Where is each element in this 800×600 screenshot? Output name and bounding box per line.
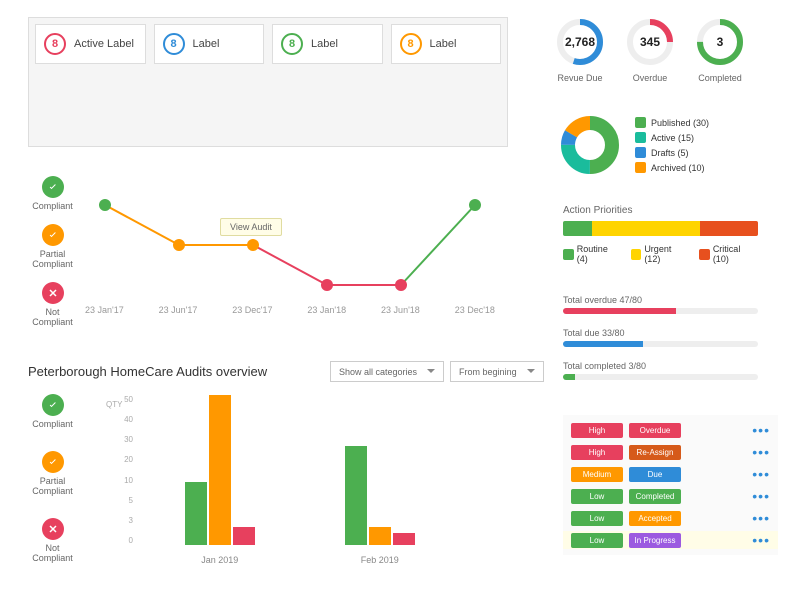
legend-item: Compliant bbox=[25, 394, 80, 429]
compliance-line-chart bbox=[85, 185, 495, 315]
bar bbox=[345, 446, 367, 545]
bar bbox=[209, 395, 231, 545]
bar bbox=[393, 533, 415, 545]
legend-icon bbox=[42, 176, 64, 198]
status-pill: In Progress bbox=[629, 533, 681, 548]
line-legend: Compliant Partial Compliant Not Compliant bbox=[25, 176, 80, 327]
legend-icon bbox=[42, 518, 64, 540]
priority-pill: High bbox=[571, 445, 623, 460]
daterange-select[interactable]: From begining bbox=[450, 361, 544, 382]
progress-section: Total overdue 47/80 Total due 33/80 Total … bbox=[563, 295, 758, 380]
donut-legend-item: Drafts (5) bbox=[635, 147, 709, 158]
donut-legend-item: Active (15) bbox=[635, 132, 709, 143]
task-row[interactable]: Low Accepted ••• bbox=[563, 509, 778, 527]
more-icon[interactable]: ••• bbox=[752, 422, 770, 438]
overview-title: Peterborough HomeCare Audits overview bbox=[28, 364, 267, 379]
legend-item: Compliant bbox=[25, 176, 80, 211]
priority-pill: Low bbox=[571, 489, 623, 504]
more-icon[interactable]: ••• bbox=[752, 510, 770, 526]
task-row[interactable]: High Overdue ••• bbox=[563, 421, 778, 439]
circular-stats: 2,768Revue Due 345Overdue 3Completed bbox=[555, 17, 745, 83]
legend-item: Not Compliant bbox=[25, 282, 80, 327]
priority-pill: Low bbox=[571, 511, 623, 526]
legend-item: Partial Compliant bbox=[25, 451, 80, 496]
status-pill: Due bbox=[629, 467, 681, 482]
tab-1[interactable]: 8Label bbox=[154, 24, 265, 64]
stat-ring: 3Completed bbox=[695, 17, 745, 83]
prio-legend-item: Urgent (12) bbox=[631, 244, 690, 264]
legend-icon bbox=[42, 394, 64, 416]
legend-item: Partial Compliant bbox=[25, 224, 80, 269]
task-row[interactable]: Low In Progress ••• bbox=[563, 531, 778, 549]
priority-pill: High bbox=[571, 423, 623, 438]
progress-item: Total overdue 47/80 bbox=[563, 295, 758, 314]
action-priorities: Action Priorities Routine (4) Urgent (12)… bbox=[563, 205, 758, 264]
tab-2[interactable]: 8Label bbox=[272, 24, 383, 64]
task-row[interactable]: Low Completed ••• bbox=[563, 487, 778, 505]
legend-icon bbox=[42, 451, 64, 473]
donut-section: Published (30) Active (15) Drafts (5) Archi… bbox=[560, 115, 709, 175]
priority-pill: Low bbox=[571, 533, 623, 548]
status-pill: Accepted bbox=[629, 511, 681, 526]
more-icon[interactable]: ••• bbox=[752, 444, 770, 460]
legend-item: Not Compliant bbox=[25, 518, 80, 563]
priorities-title: Action Priorities bbox=[563, 205, 758, 216]
task-list: High Overdue ••• High Re-Assign ••• Medium Due •… bbox=[563, 415, 778, 555]
task-row[interactable]: High Re-Assign ••• bbox=[563, 443, 778, 461]
overview-bar-chart: 5040302010530 Jan 2019Feb 2019 bbox=[115, 395, 460, 570]
progress-item: Total due 33/80 bbox=[563, 328, 758, 347]
more-icon[interactable]: ••• bbox=[752, 488, 770, 504]
prio-legend-item: Routine (4) bbox=[563, 244, 621, 264]
stat-ring: 345Overdue bbox=[625, 17, 675, 83]
status-pill: Completed bbox=[629, 489, 681, 504]
tab-0[interactable]: 8Active Label bbox=[35, 24, 146, 64]
status-pill: Re-Assign bbox=[629, 445, 681, 460]
priority-pill: Medium bbox=[571, 467, 623, 482]
prio-legend-item: Critical (10) bbox=[699, 244, 758, 264]
legend-icon bbox=[42, 282, 64, 304]
status-pill: Overdue bbox=[629, 423, 681, 438]
tab-3[interactable]: 8Label bbox=[391, 24, 502, 64]
line-tooltip[interactable]: View Audit bbox=[220, 218, 282, 236]
stat-ring: 2,768Revue Due bbox=[555, 17, 605, 83]
donut-legend-item: Published (30) bbox=[635, 117, 709, 128]
progress-item: Total completed 3/80 bbox=[563, 361, 758, 380]
tabs-panel: 8Active Label8Label8Label8Label bbox=[28, 17, 508, 147]
bar bbox=[185, 482, 207, 545]
bar bbox=[369, 527, 391, 545]
bar bbox=[233, 527, 255, 545]
more-icon[interactable]: ••• bbox=[752, 466, 770, 482]
donut-legend-item: Archived (10) bbox=[635, 162, 709, 173]
legend-icon bbox=[42, 224, 64, 246]
bar-legend: Compliant Partial Compliant Not Compliant bbox=[25, 394, 80, 563]
category-select[interactable]: Show all categories bbox=[330, 361, 444, 382]
more-icon[interactable]: ••• bbox=[752, 532, 770, 548]
task-row[interactable]: Medium Due ••• bbox=[563, 465, 778, 483]
